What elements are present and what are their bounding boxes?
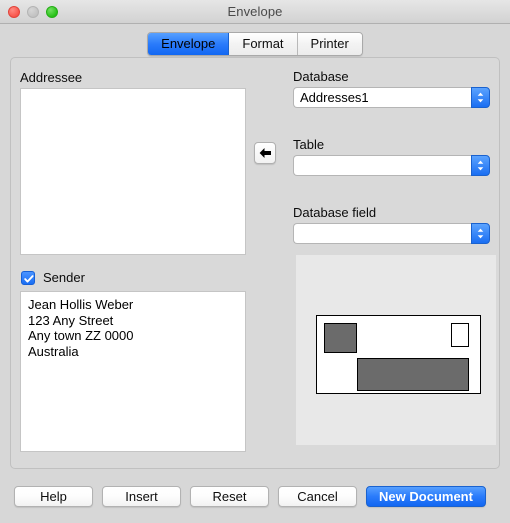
maximize-window-button[interactable] bbox=[46, 6, 58, 18]
dialog-button-bar: Help Insert Reset Cancel New Document bbox=[0, 469, 510, 523]
addressee-input[interactable] bbox=[20, 88, 246, 255]
sender-checkbox-row[interactable]: Sender bbox=[21, 270, 85, 285]
title-bar: Envelope bbox=[0, 0, 510, 24]
database-field-value[interactable] bbox=[293, 223, 471, 244]
database-combobox[interactable]: Addresses1 bbox=[293, 87, 490, 108]
chevron-up-down-icon bbox=[477, 160, 484, 171]
table-stepper-button[interactable] bbox=[471, 155, 490, 176]
addressee-label: Addressee bbox=[20, 70, 83, 85]
check-icon bbox=[24, 274, 34, 283]
database-field-combobox[interactable] bbox=[293, 223, 490, 244]
close-window-button[interactable] bbox=[8, 6, 20, 18]
preview-sender-block bbox=[324, 323, 357, 353]
envelope-tab-panel: Addressee Sender Jean Hollis Weber 123 A… bbox=[10, 57, 500, 469]
preview-addressee-block bbox=[357, 358, 469, 391]
tab-group: Envelope Format Printer bbox=[147, 32, 363, 56]
tab-printer[interactable]: Printer bbox=[297, 33, 362, 55]
tab-envelope[interactable]: Envelope bbox=[148, 33, 230, 55]
sender-input[interactable]: Jean Hollis Weber 123 Any Street Any tow… bbox=[20, 291, 246, 452]
reset-button[interactable]: Reset bbox=[190, 485, 269, 507]
chevron-up-down-icon bbox=[477, 92, 484, 103]
database-field-label: Database field bbox=[293, 205, 377, 220]
database-field-stepper-button[interactable] bbox=[471, 223, 490, 244]
preview-stamp-block bbox=[451, 323, 469, 347]
database-label: Database bbox=[293, 69, 349, 84]
insert-button[interactable]: Insert bbox=[102, 485, 181, 507]
window-title: Envelope bbox=[227, 4, 283, 19]
insert-database-field-button[interactable] bbox=[254, 142, 276, 164]
envelope-preview-panel bbox=[296, 255, 496, 445]
database-stepper-button[interactable] bbox=[471, 87, 490, 108]
cancel-button[interactable]: Cancel bbox=[278, 485, 357, 507]
envelope-preview-graphic bbox=[316, 315, 481, 394]
chevron-up-down-icon bbox=[477, 228, 484, 239]
sender-checkbox[interactable] bbox=[21, 270, 35, 285]
help-button[interactable]: Help bbox=[14, 485, 93, 507]
table-label: Table bbox=[293, 137, 325, 152]
sender-label: Sender bbox=[43, 270, 85, 285]
window-controls bbox=[8, 6, 58, 18]
envelope-dialog-window: Envelope Envelope Format Printer Address… bbox=[0, 0, 510, 523]
arrow-left-icon bbox=[259, 148, 271, 158]
tab-format[interactable]: Format bbox=[229, 33, 298, 55]
tab-bar: Envelope Format Printer bbox=[0, 24, 510, 57]
database-value[interactable]: Addresses1 bbox=[293, 87, 471, 108]
minimize-window-button[interactable] bbox=[27, 6, 39, 18]
table-value[interactable] bbox=[293, 155, 471, 176]
table-combobox[interactable] bbox=[293, 155, 490, 176]
new-document-button[interactable]: New Document bbox=[366, 485, 486, 507]
